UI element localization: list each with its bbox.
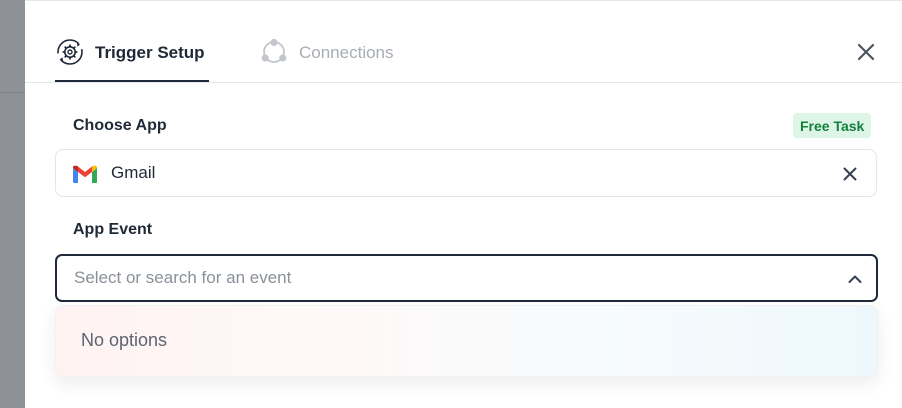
event-search-select[interactable]: Select or search for an event: [55, 254, 878, 302]
event-search-placeholder[interactable]: Select or search for an event: [74, 268, 291, 288]
app-selector[interactable]: Gmail: [55, 149, 877, 197]
gear-sync-icon: [57, 39, 83, 65]
no-options-message: No options: [81, 330, 168, 350]
app-event-label: App Event: [73, 221, 153, 238]
free-task-badge: Free Task: [793, 113, 872, 138]
tab-bar: Trigger Setup Connections: [25, 1, 902, 83]
connections-icon: [261, 38, 287, 63]
trigger-setup-panel: Trigger Setup Connections Choose App Fre…: [25, 0, 902, 408]
backdrop-divider: [0, 92, 25, 93]
tab-trigger-setup[interactable]: Trigger Setup: [55, 35, 209, 82]
chevron-up-icon[interactable]: [847, 271, 863, 287]
tab-trigger-setup-label: Trigger Setup: [95, 43, 205, 62]
tab-connections[interactable]: Connections: [259, 35, 394, 81]
event-dropdown-menu: No options: [55, 305, 878, 377]
clear-selection-icon[interactable]: [842, 166, 858, 182]
choose-app-label: Choose App: [73, 117, 167, 134]
gmail-icon: [73, 165, 97, 183]
selected-app-name: Gmail: [111, 163, 156, 182]
modal-backdrop[interactable]: [0, 0, 25, 408]
close-icon[interactable]: [855, 41, 877, 63]
tab-connections-label: Connections: [299, 43, 394, 62]
